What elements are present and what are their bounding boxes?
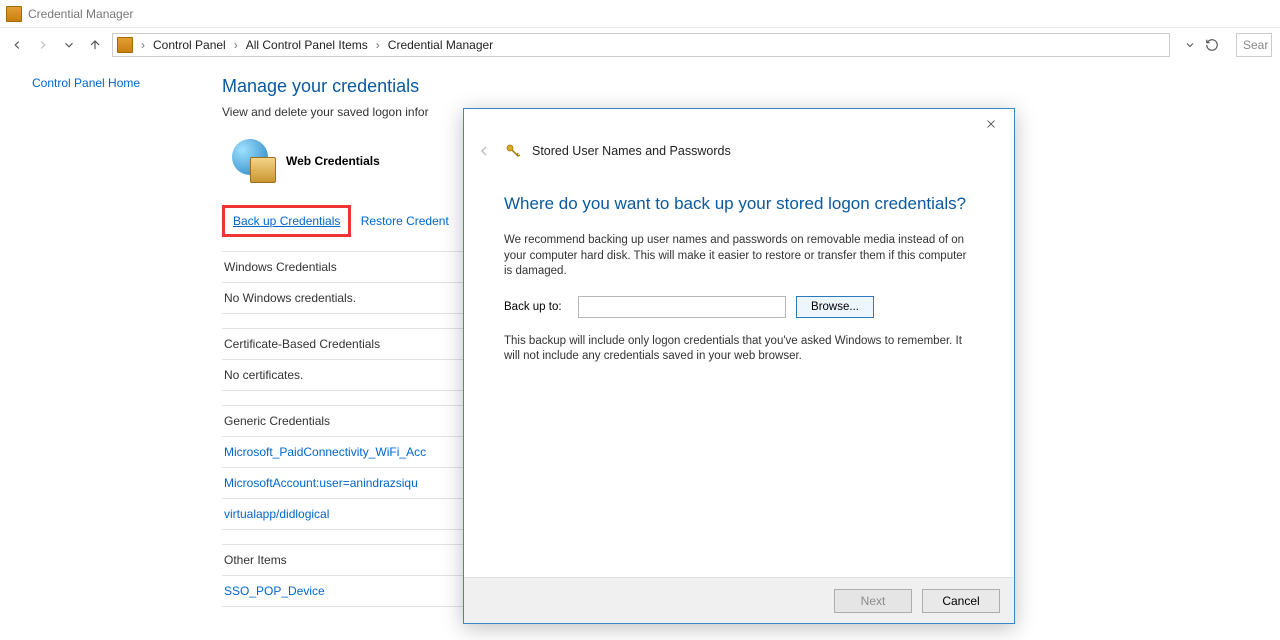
credential-item[interactable]: SSO_POP_Device xyxy=(224,584,325,598)
key-icon xyxy=(504,142,522,160)
cancel-button[interactable]: Cancel xyxy=(922,589,1000,613)
browse-button[interactable]: Browse... xyxy=(796,296,874,318)
chevron-right-icon: › xyxy=(139,38,147,52)
sidebar: Control Panel Home xyxy=(32,76,222,607)
breadcrumb-icon xyxy=(117,37,133,53)
dialog-paragraph: We recommend backing up user names and p… xyxy=(504,233,974,280)
nav-back-button[interactable] xyxy=(8,36,26,54)
dialog-titlebar xyxy=(464,109,1014,139)
window-title: Credential Manager xyxy=(28,7,133,21)
search-placeholder: Sear xyxy=(1243,38,1268,52)
nav-forward-button[interactable] xyxy=(34,36,52,54)
backup-credentials-link[interactable]: Back up Credentials xyxy=(233,214,340,228)
chevron-right-icon: › xyxy=(232,38,240,52)
dialog-heading: Where do you want to back up your stored… xyxy=(504,193,974,215)
dialog-title: Stored User Names and Passwords xyxy=(532,144,731,158)
control-panel-home-link[interactable]: Control Panel Home xyxy=(32,76,140,90)
dialog-footer: Next Cancel xyxy=(464,577,1014,623)
restore-credentials-link[interactable]: Restore Credent xyxy=(361,214,449,228)
window-titlebar: Credential Manager xyxy=(0,0,1280,28)
page-heading: Manage your credentials xyxy=(222,76,1260,97)
credential-item[interactable]: MicrosoftAccount:user=anindrazsiqu xyxy=(224,476,418,490)
dialog-body: Where do you want to back up your stored… xyxy=(464,173,1014,577)
breadcrumb-bar[interactable]: › Control Panel › All Control Panel Item… xyxy=(112,33,1170,57)
backup-highlight: Back up Credentials xyxy=(222,205,351,237)
chevron-right-icon: › xyxy=(374,38,382,52)
search-input[interactable]: Sear xyxy=(1236,33,1272,57)
nav-recent-dropdown[interactable] xyxy=(60,36,78,54)
breadcrumb-item[interactable]: Credential Manager xyxy=(388,38,493,52)
next-button[interactable]: Next xyxy=(834,589,912,613)
address-dropdown[interactable] xyxy=(1182,37,1198,53)
dialog-header: Stored User Names and Passwords xyxy=(464,139,1014,173)
backup-path-input[interactable] xyxy=(578,296,786,318)
credential-item[interactable]: virtualapp/didlogical xyxy=(224,507,329,521)
web-credentials-label: Web Credentials xyxy=(286,154,380,168)
credential-item[interactable]: Microsoft_PaidConnectivity_WiFi_Acc xyxy=(224,445,426,459)
nav-up-button[interactable] xyxy=(86,36,104,54)
dialog-paragraph: This backup will include only logon cred… xyxy=(504,334,974,365)
address-bar: › Control Panel › All Control Panel Item… xyxy=(0,28,1280,62)
app-icon xyxy=(6,6,22,22)
breadcrumb-item[interactable]: Control Panel xyxy=(153,38,226,52)
backup-to-label: Back up to: xyxy=(504,301,568,313)
refresh-button[interactable] xyxy=(1204,37,1220,53)
dialog-back-button xyxy=(474,141,494,161)
close-button[interactable] xyxy=(976,113,1006,135)
globe-safe-icon xyxy=(232,139,276,183)
breadcrumb-item[interactable]: All Control Panel Items xyxy=(246,38,368,52)
backup-dialog: Stored User Names and Passwords Where do… xyxy=(463,108,1015,624)
